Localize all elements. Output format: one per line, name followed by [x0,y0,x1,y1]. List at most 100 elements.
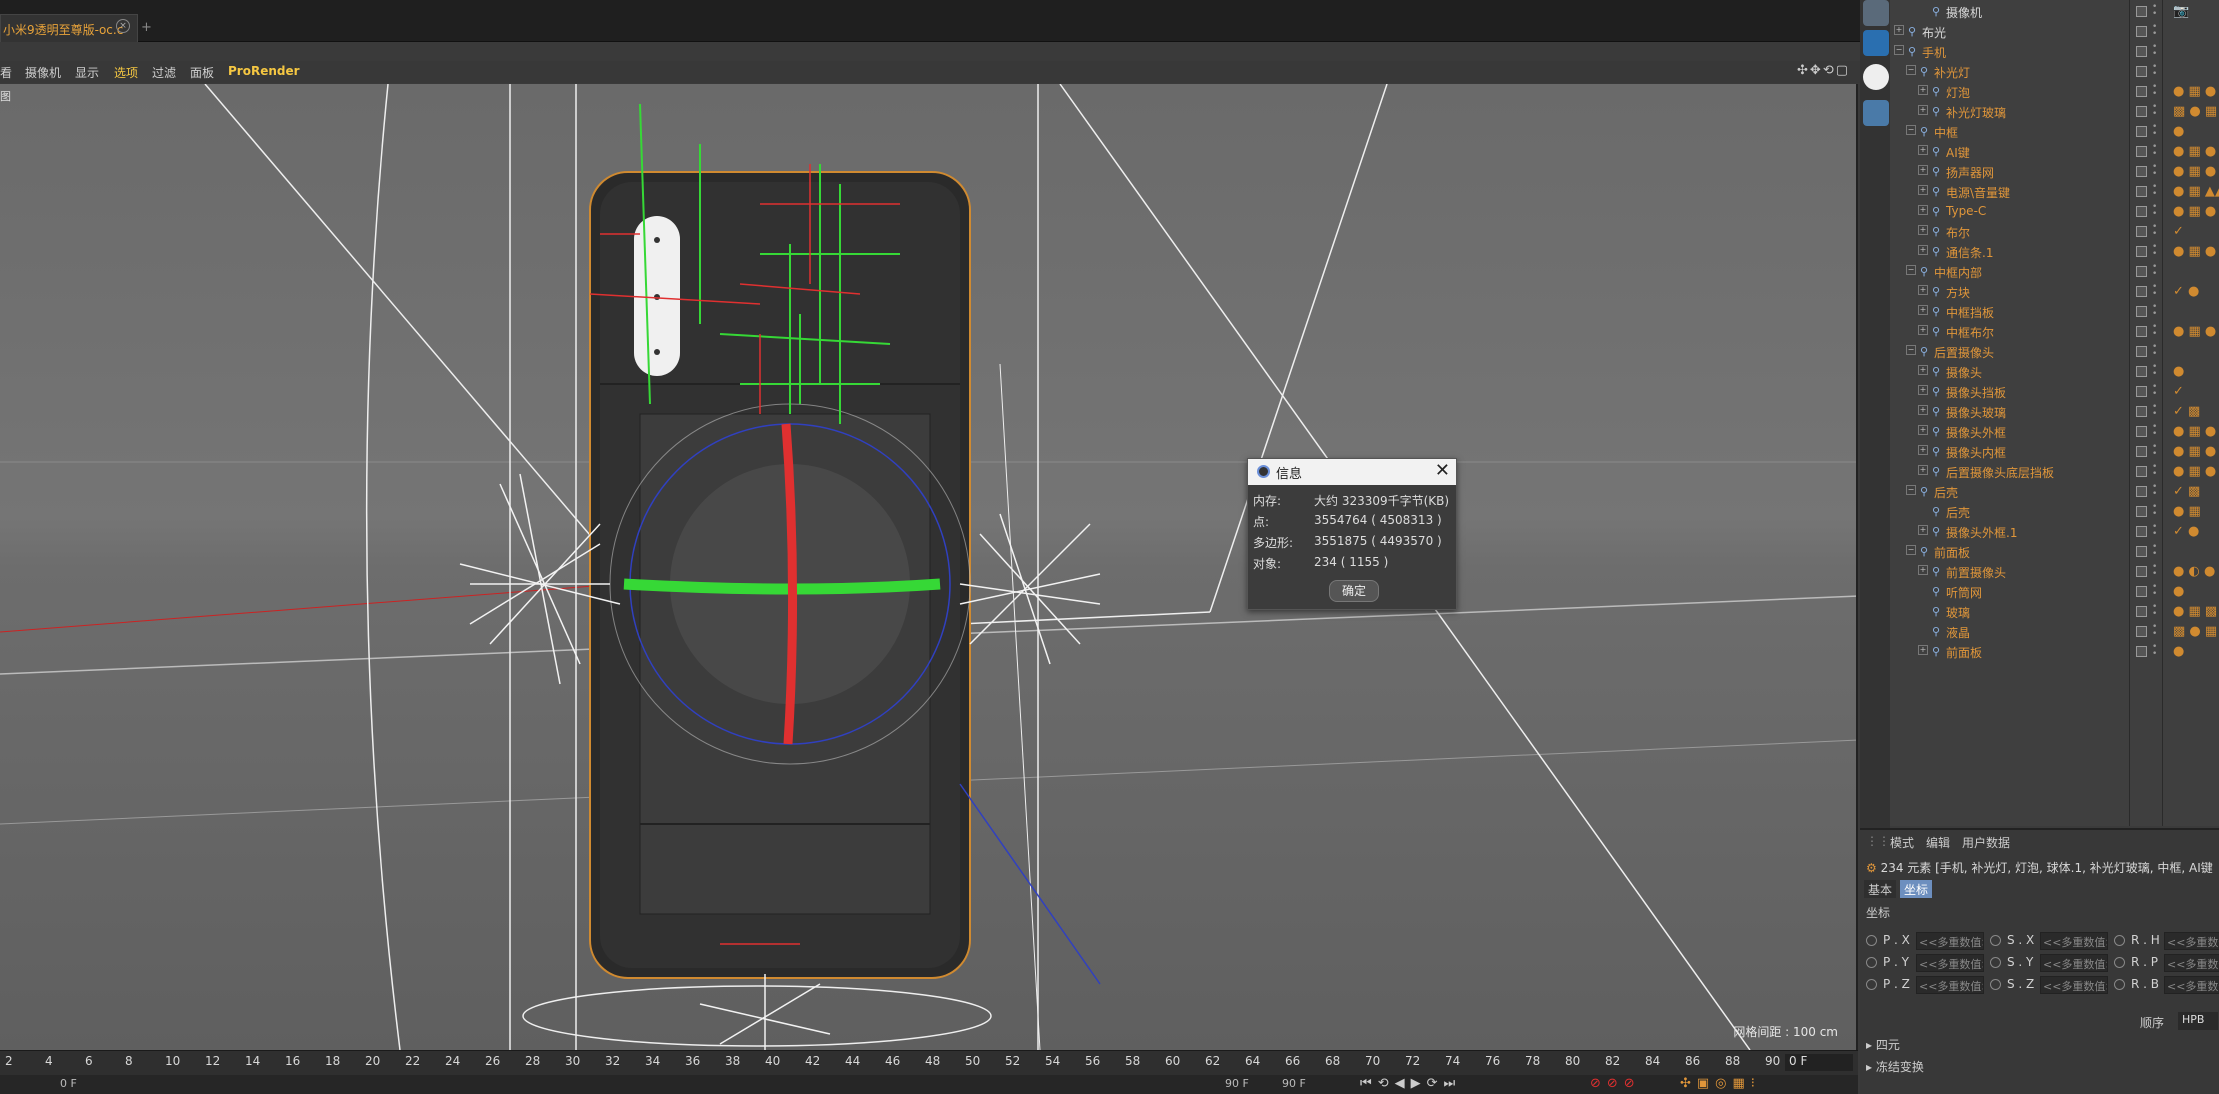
object-name[interactable]: 摄像头内框 [1946,444,2006,461]
end-frame-field[interactable]: 90 F [1225,1077,1249,1090]
object-tags[interactable]: ✓ ▩ [2173,484,2200,499]
object-name[interactable]: 前面板 [1946,644,1982,661]
visibility-toggle-icon[interactable] [2136,486,2147,497]
expand-toggle-icon[interactable]: + [1918,325,1928,335]
render-dots-icon[interactable]: • • [2152,343,2157,359]
object-name[interactable]: 摄像机 [1946,4,1982,21]
render-dots-icon[interactable]: • • [2152,483,2157,499]
object-tags[interactable]: ✓ ● [2173,524,2199,539]
visibility-toggle-icon[interactable] [2136,246,2147,257]
object-name[interactable]: 后置摄像头底层挡板 [1946,464,2054,481]
viewport-nav-icons[interactable]: ✣✥⟲▢ [1797,63,1850,78]
visibility-toggle-icon[interactable] [2136,266,2147,277]
visibility-toggle-icon[interactable] [2136,86,2147,97]
visibility-toggle-icon[interactable] [2136,386,2147,397]
coord-input[interactable]: <<多重数值>> [1916,932,1984,950]
order-dropdown[interactable]: HPB [2178,1012,2218,1030]
object-row[interactable]: + ⚲ 中框布尔 • • ● ▦ ● [1890,322,2219,342]
object-row[interactable]: + ⚲ 通信条.1 • • ● ▦ ● [1890,242,2219,262]
render-dots-icon[interactable]: • • [2152,63,2157,79]
animate-radio-icon[interactable] [2114,979,2125,990]
3d-viewport[interactable]: 图 网格间距: 100 cm [0,84,1858,1050]
visibility-toggle-icon[interactable] [2136,26,2147,37]
object-tags[interactable]: 📷 [2173,4,2189,19]
object-row[interactable]: + ⚲ 摄像头外框.1 • • ✓ ● [1890,522,2219,542]
object-tags[interactable]: ● ▦ ● [2173,164,2216,179]
render-dots-icon[interactable]: • • [2152,363,2157,379]
animate-radio-icon[interactable] [2114,957,2125,968]
visibility-toggle-icon[interactable] [2136,326,2147,337]
render-dots-icon[interactable]: • • [2152,203,2157,219]
object-name[interactable]: AI键 [1946,144,1970,161]
animate-radio-icon[interactable] [1990,935,2001,946]
coord-input[interactable]: <<多重数值>> [1916,954,1984,972]
new-tab-icon[interactable]: + [141,20,152,35]
object-tags[interactable]: ● [2173,644,2184,659]
coord-input[interactable]: <<多重数值>> [2164,976,2219,994]
expand-toggle-icon[interactable]: + [1918,225,1928,235]
animate-radio-icon[interactable] [2114,935,2125,946]
object-row[interactable]: + ⚲ 电源\音量键 •• ● ▦ ▲▲▲ [1890,182,2219,202]
object-row[interactable]: + ⚲ AI键 •• ● ▦ ● ▲▲▲ [1890,142,2219,162]
cube-tool-icon[interactable] [1863,0,1889,26]
object-name[interactable]: 扬声器网 [1946,164,1994,181]
close-icon[interactable]: ✕ [1435,460,1450,481]
menu-filter[interactable]: 过滤 [152,64,176,81]
object-name[interactable]: 前置摄像头 [1946,564,2006,581]
coord-input[interactable]: <<多重数值>> [2040,932,2108,950]
object-tags[interactable]: ● [2173,584,2184,599]
expand-toggle-icon[interactable]: − [1906,125,1916,135]
tab-basic[interactable]: 基本 [1864,880,1897,898]
visibility-toggle-icon[interactable] [2136,566,2147,577]
expand-toggle-icon[interactable]: + [1918,365,1928,375]
render-dots-icon[interactable]: • • [2152,263,2157,279]
object-name[interactable]: 摄像头挡板 [1946,384,2006,401]
object-tags[interactable]: ● [2173,124,2184,139]
object-row[interactable]: − ⚲ 补光灯 • • [1890,62,2219,82]
expand-toggle-icon[interactable]: + [1918,425,1928,435]
scene-tool-icon[interactable] [1863,64,1889,90]
render-dots-icon[interactable]: • • [2152,143,2157,159]
object-name[interactable]: 补光灯 [1934,64,1970,81]
coord-input[interactable]: <<多重数值>> [2040,954,2108,972]
object-name[interactable]: 摄像头 [1946,364,1982,381]
expand-toggle-icon[interactable]: − [1906,345,1916,355]
coord-input[interactable]: <<多重数值>> [2164,954,2219,972]
object-tags[interactable]: ✓ [2173,224,2184,239]
object-tags[interactable]: ✓ ▩ [2173,404,2200,419]
render-dots-icon[interactable]: • • [2152,623,2157,639]
render-dots-icon[interactable]: • • [2152,163,2157,179]
visibility-toggle-icon[interactable] [2136,206,2147,217]
expand-toggle-icon[interactable]: − [1906,545,1916,555]
visibility-toggle-icon[interactable] [2136,106,2147,117]
object-tags[interactable]: ✓ [2173,384,2184,399]
expand-toggle-icon[interactable]: − [1906,265,1916,275]
render-dots-icon[interactable]: • • [2152,183,2157,199]
render-dots-icon[interactable]: • • [2152,443,2157,459]
preview-end-field[interactable]: 90 F [1282,1077,1306,1090]
object-tags[interactable]: ● ▦ ● [2173,444,2216,459]
object-name[interactable]: 后置摄像头 [1934,344,1994,361]
menu-panel[interactable]: 面板 [190,64,214,81]
object-row[interactable]: + ⚲ 摄像头玻璃 • • ✓ ▩ [1890,402,2219,422]
object-name[interactable]: 中框 [1934,124,1958,141]
object-row[interactable]: ⚲ 摄像机 • • 📷 [1890,2,2219,22]
render-dots-icon[interactable]: • • [2152,543,2157,559]
render-dots-icon[interactable]: • • [2152,503,2157,519]
object-tags[interactable]: ● [2173,364,2184,379]
expand-toggle-icon[interactable]: + [1918,565,1928,575]
render-dots-icon[interactable]: • • [2152,223,2157,239]
visibility-toggle-icon[interactable] [2136,166,2147,177]
object-tags[interactable]: ● ▦ ● [2173,324,2216,339]
render-dots-icon[interactable]: • • [2152,423,2157,439]
expand-toggle-icon[interactable]: + [1918,405,1928,415]
object-row[interactable]: ⚲ 液晶 • • ▩ ● ▦ [1890,622,2219,642]
object-name[interactable]: 中框挡板 [1946,304,1994,321]
visibility-toggle-icon[interactable] [2136,646,2147,657]
object-name[interactable]: 中框布尔 [1946,324,1994,341]
render-dots-icon[interactable]: • • [2152,463,2157,479]
object-row[interactable]: + ⚲ 摄像头内框 • • ● ▦ ● [1890,442,2219,462]
expand-toggle-icon[interactable]: + [1918,245,1928,255]
menu-user-data[interactable]: 用户数据 [1962,834,2010,851]
object-row[interactable]: + ⚲ 摄像头外框 • • ● ▦ ● [1890,422,2219,442]
